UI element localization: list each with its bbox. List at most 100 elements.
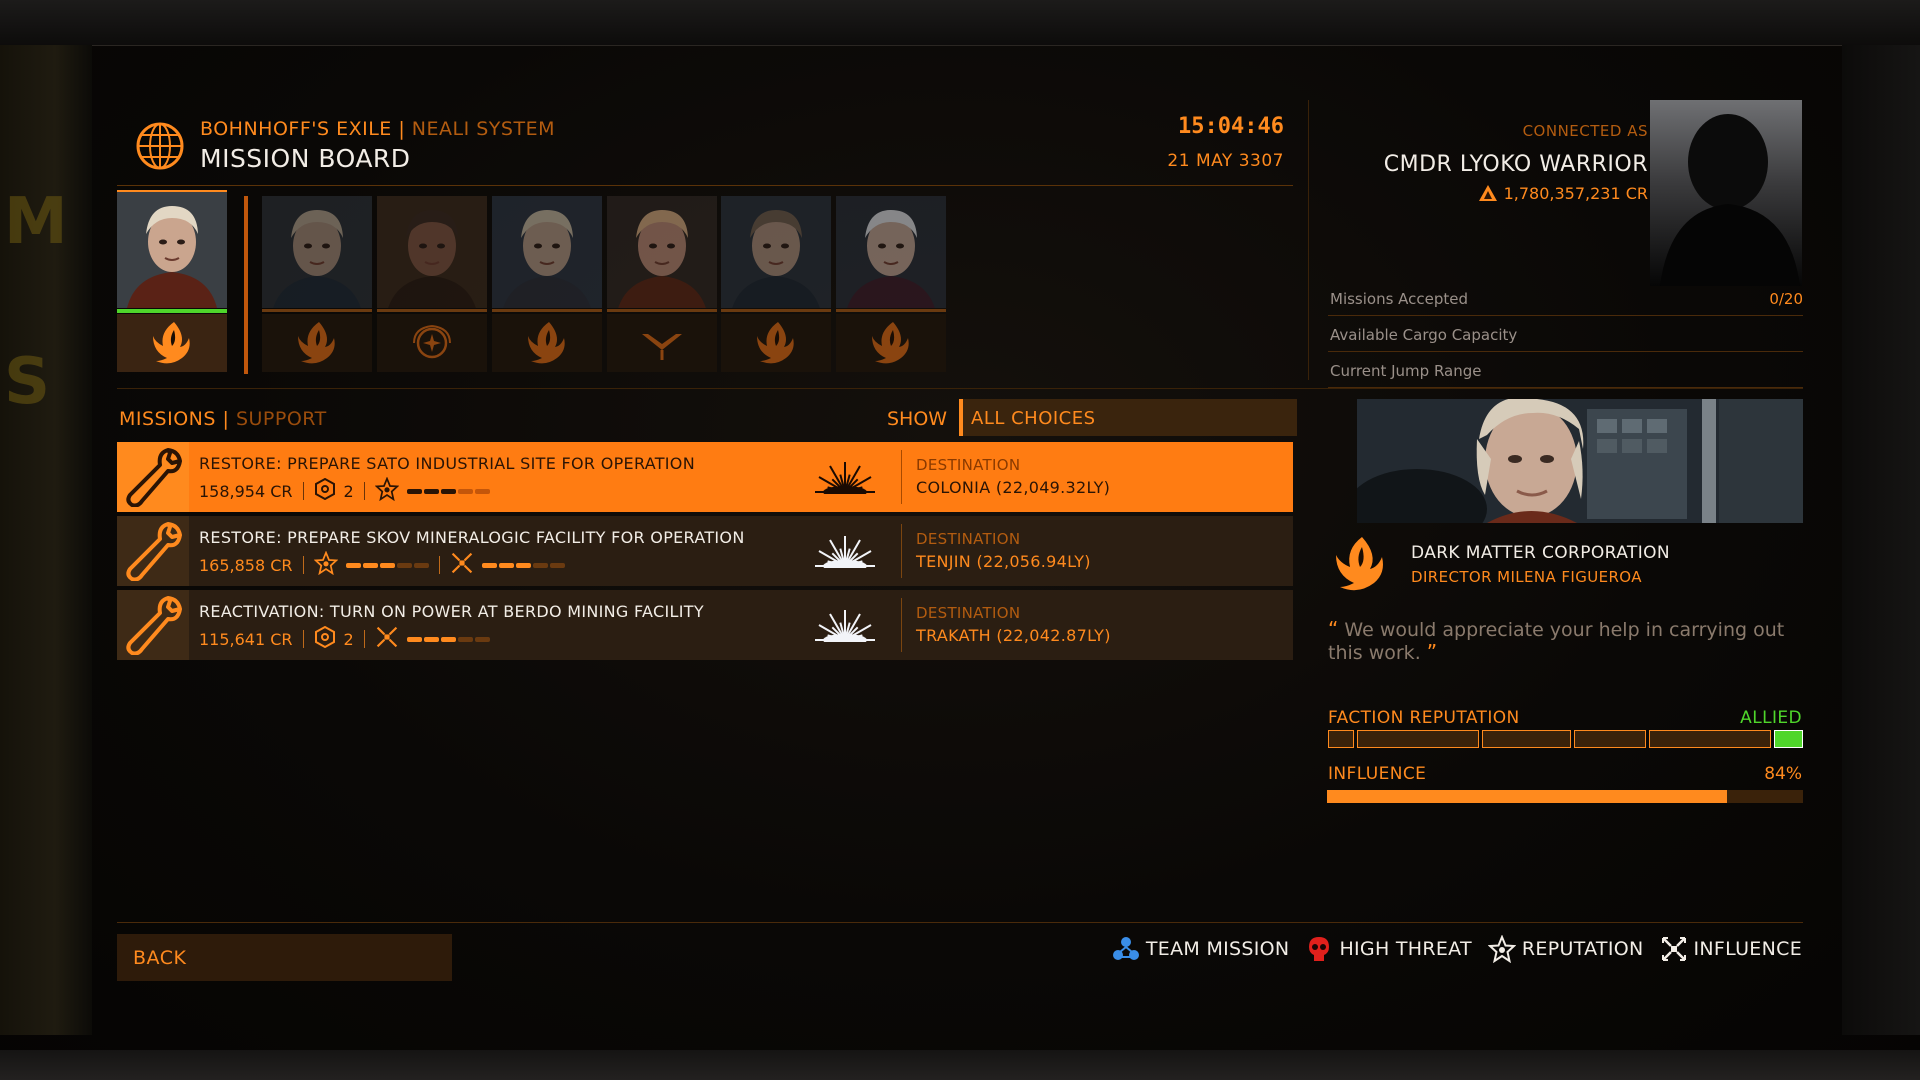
reputation-segment — [1774, 730, 1804, 748]
legend-label: REPUTATION — [1521, 938, 1644, 960]
faction-reputation-bar — [1328, 730, 1804, 748]
breadcrumb-divider: | — [398, 118, 406, 140]
contact-face — [721, 196, 831, 308]
commander-credits: 1,780,357,231 CR — [1478, 184, 1648, 203]
level-pip — [406, 488, 422, 494]
mission-row[interactable]: RESTORE: PREPARE SATO INDUSTRIAL SITE FO… — [117, 442, 1293, 512]
destination-star-icon — [807, 534, 883, 572]
mission-row[interactable]: RESTORE: PREPARE SKOV MINERALOGIC FACILI… — [117, 516, 1293, 586]
portrait-status-strip — [492, 309, 602, 312]
cockpit-frame-top — [0, 0, 1920, 46]
destination-star-icon — [807, 608, 883, 646]
contact-portrait[interactable] — [721, 196, 831, 376]
mission-reward: 115,641 CR — [199, 629, 293, 649]
station-name: BOHNHOFF'S EXILE — [200, 118, 392, 140]
commander-stat-row: Available Cargo Capacity — [1328, 317, 1803, 352]
stat-label: Available Cargo Capacity — [1330, 326, 1518, 344]
back-button[interactable]: BACK — [117, 934, 452, 981]
commander-stat-row: Current Jump Range — [1328, 353, 1803, 388]
level-pip — [481, 562, 497, 568]
contact-face — [492, 196, 602, 308]
contact-portrait[interactable] — [836, 196, 946, 376]
contact-face — [262, 196, 372, 308]
level-pip — [457, 636, 473, 642]
wrench-icon — [117, 590, 189, 660]
connected-label: CONNECTED AS — [1522, 122, 1648, 140]
reputation-segment — [1574, 730, 1646, 748]
frame-glyph: S — [4, 345, 51, 419]
faction-wing-icon — [492, 314, 602, 372]
contact-portrait[interactable] — [492, 196, 602, 376]
mission-title: RESTORE: PREPARE SATO INDUSTRIAL SITE FO… — [199, 454, 695, 473]
portrait-status-strip — [117, 309, 227, 313]
legend-influence: INFLUENCE — [1660, 935, 1802, 963]
high-threat-icon — [1309, 937, 1330, 961]
panel-divider — [1308, 100, 1309, 380]
contact-portrait[interactable] — [262, 196, 372, 376]
commander-stat-row: Missions Accepted 0/20 — [1328, 281, 1803, 316]
level-pip — [406, 636, 422, 642]
level-pip — [413, 562, 429, 568]
influence-value: 84% — [1764, 764, 1802, 784]
destination-divider — [901, 598, 902, 652]
show-filter-dropdown[interactable]: ALL CHOICES — [959, 399, 1297, 436]
portrait-status-strip — [262, 309, 372, 312]
influence-icon — [375, 625, 399, 653]
quote-text: We would appreciate your help in carryin… — [1328, 619, 1785, 664]
federation-icon — [377, 314, 487, 372]
portrait-status-strip — [607, 309, 717, 312]
stat-label: Missions Accepted — [1330, 290, 1469, 308]
show-label: SHOW — [887, 408, 948, 430]
influence-bar — [1327, 790, 1803, 803]
reputation-icon — [1487, 935, 1516, 963]
level-pip — [440, 488, 456, 494]
destination-divider — [901, 524, 902, 578]
wrench-icon — [117, 516, 189, 586]
destination-label: DESTINATION — [916, 456, 1021, 474]
commander-avatar — [1650, 100, 1802, 286]
mission-count: 2 — [343, 629, 354, 649]
game-clock: 15:04:46 — [1178, 114, 1284, 139]
filter-value: ALL CHOICES — [971, 408, 1096, 429]
contact-portrait[interactable] — [117, 192, 227, 376]
tab-support[interactable]: SUPPORT — [236, 408, 327, 430]
contact-quote: “ We would appreciate your help in carry… — [1328, 618, 1798, 664]
mission-count: 2 — [343, 481, 354, 501]
mission-title: REACTIVATION: TURN ON POWER AT BERDO MIN… — [199, 602, 704, 621]
portrait-status-strip — [721, 309, 831, 312]
level-pip — [423, 636, 439, 642]
portrait-status-strip — [836, 309, 946, 312]
station-breadcrumb: BOHNHOFF'S EXILE | NEALI SYSTEM — [200, 118, 555, 140]
cargo-icon — [314, 477, 336, 504]
level-pip — [440, 636, 456, 642]
level-pips — [345, 562, 429, 568]
mission-row[interactable]: REACTIVATION: TURN ON POWER AT BERDO MIN… — [117, 590, 1293, 660]
sub-divider — [363, 482, 365, 500]
legend-team-mission: TEAM MISSION — [1112, 935, 1290, 963]
level-pip — [423, 488, 439, 494]
contact-face — [607, 196, 717, 308]
reputation-segment — [1482, 730, 1572, 748]
mission-reward: 165,858 CR — [199, 555, 293, 575]
reputation-segment — [1648, 730, 1772, 748]
destination-value: COLONIA (22,049.32LY) — [916, 478, 1111, 497]
contact-portrait[interactable] — [607, 196, 717, 376]
wrench-icon — [117, 442, 189, 512]
level-pip — [379, 562, 395, 568]
sub-divider — [302, 556, 304, 574]
influence-icon — [450, 551, 474, 579]
legend-label: HIGH THREAT — [1339, 938, 1472, 960]
destination-label: DESTINATION — [916, 604, 1021, 622]
level-pips — [406, 488, 490, 494]
faction-reputation-label: FACTION REPUTATION — [1328, 708, 1520, 728]
contact-portrait[interactable] — [377, 196, 487, 376]
mission-title: RESTORE: PREPARE SKOV MINERALOGIC FACILI… — [199, 528, 745, 547]
stat-value: 0/20 — [1769, 290, 1803, 308]
open-quote-icon: “ — [1328, 617, 1339, 641]
mission-tabs: MISSIONS | SUPPORT — [119, 408, 327, 430]
contact-director: DIRECTOR MILENA FIGUEROA — [1411, 568, 1642, 586]
level-pip — [345, 562, 361, 568]
globe-icon — [136, 122, 184, 170]
tab-missions[interactable]: MISSIONS — [119, 408, 216, 430]
influence-label: INFLUENCE — [1328, 764, 1427, 784]
